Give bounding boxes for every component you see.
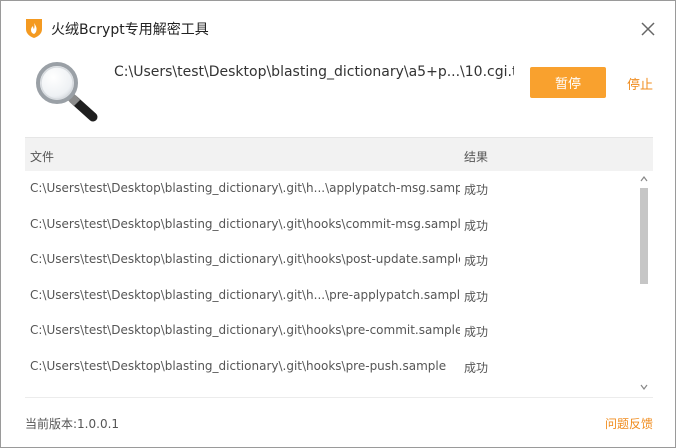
title-bar: 火绒Bcrypt专用解密工具 [1, 1, 675, 57]
feedback-link[interactable]: 问题反馈 [605, 415, 653, 432]
row-result: 成功 [464, 183, 489, 197]
row-result: 成功 [464, 290, 489, 304]
row-file-path: C:\Users\test\Desktop\blasting_dictionar… [30, 252, 460, 266]
table-row[interactable]: C:\Users\test\Desktop\blasting_dictionar… [25, 313, 635, 349]
row-result: 成功 [464, 219, 489, 233]
table-row[interactable]: C:\Users\test\Desktop\blasting_dictionar… [25, 349, 635, 385]
table-header: 文件 结果 [25, 137, 653, 171]
chevron-up-icon[interactable] [639, 173, 649, 185]
table-row[interactable]: C:\Users\test\Desktop\blasting_dictionar… [25, 171, 635, 207]
stop-link[interactable]: 停止 [627, 74, 653, 93]
table-row[interactable]: C:\Users\test\Desktop\blasting_dictionar… [25, 242, 635, 278]
magnifier-icon [36, 62, 98, 122]
row-file-path: C:\Users\test\Desktop\blasting_dictionar… [30, 359, 447, 373]
version-label: 当前版本:1.0.0.1 [25, 417, 120, 431]
row-file-path: C:\Users\test\Desktop\blasting_dictionar… [30, 288, 460, 302]
pause-button[interactable]: 暂停 [530, 67, 606, 98]
scroll-thumb[interactable] [640, 188, 648, 284]
row-result: 成功 [464, 254, 489, 268]
chevron-down-icon[interactable] [639, 381, 649, 393]
huorong-flame-icon [26, 19, 42, 38]
row-file-path: C:\Users\test\Desktop\blasting_dictionar… [30, 181, 460, 195]
row-result: 成功 [464, 361, 489, 375]
table-row[interactable]: C:\Users\test\Desktop\blasting_dictionar… [25, 278, 635, 314]
table-row[interactable]: C:\Users\test\Desktop\blasting_dictionar… [25, 207, 635, 243]
close-icon[interactable] [638, 19, 658, 39]
column-header-file: 文件 [30, 150, 55, 164]
window-title: 火绒Bcrypt专用解密工具 [51, 22, 209, 38]
file-table: C:\Users\test\Desktop\blasting_dictionar… [25, 171, 653, 397]
app-window: 火绒Bcrypt专用解密工具 C:\Users\test\Desktop\bla… [0, 0, 676, 448]
row-file-path: C:\Users\test\Desktop\blasting_dictionar… [30, 323, 460, 337]
row-file-path: C:\Users\test\Desktop\blasting_dictionar… [30, 217, 460, 231]
row-result: 成功 [464, 325, 489, 339]
current-file-path: C:\Users\test\Desktop\blasting_dictionar… [114, 64, 514, 80]
footer-divider [25, 397, 653, 398]
column-header-result: 结果 [464, 150, 489, 164]
vertical-scrollbar[interactable] [637, 173, 651, 395]
